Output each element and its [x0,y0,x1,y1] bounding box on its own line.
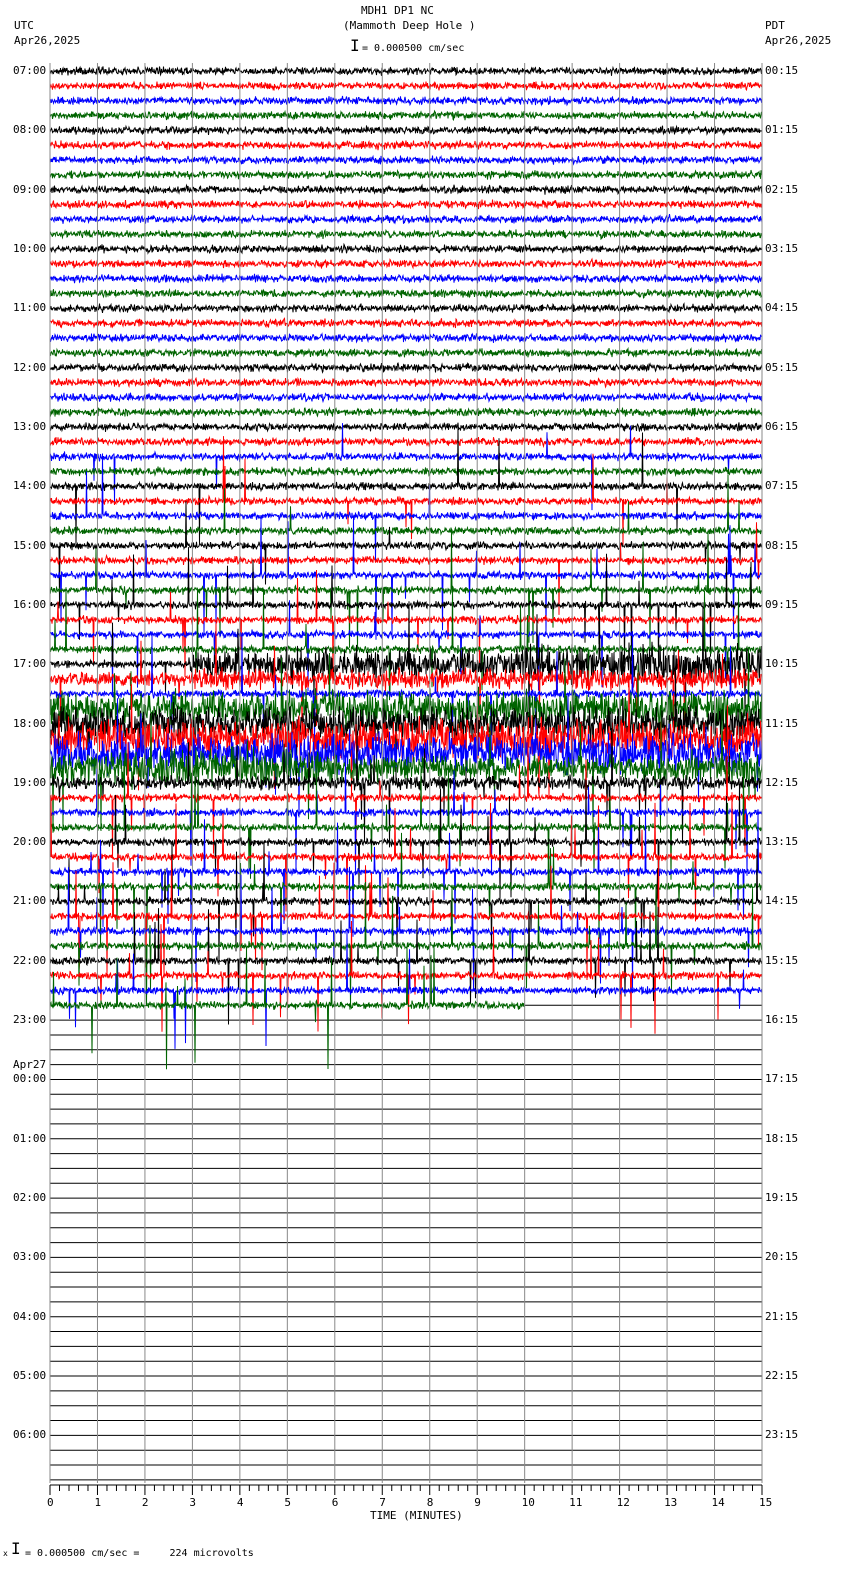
trace-line [49,273,763,284]
trace-line [49,376,763,389]
trace-line [49,466,763,478]
trace-line [49,302,763,314]
trace-line [49,139,763,151]
seismogram-page: MDH1 DP1 NC (Mammoth Deep Hole ) UTC Apr… [0,0,850,1584]
trace-line [49,317,763,329]
trace-line [49,423,763,511]
trace-line [49,406,763,419]
trace-line [49,80,763,92]
trace-line [49,213,763,225]
trace-line [49,65,763,77]
trace-line [49,95,763,107]
trace-line [49,183,763,196]
trace-line [49,435,763,449]
trace-line [49,109,763,122]
trace-line [49,361,763,374]
trace-line [49,154,763,166]
trace-line [49,421,763,433]
trace-line [49,242,763,255]
trace-line [49,257,763,270]
trace-line [49,522,763,615]
trace-line [49,287,763,300]
helicorder-plot [49,63,763,1495]
trace-line [49,198,763,211]
trace-line [49,346,763,358]
trace-line [49,228,763,241]
trace-line [49,391,763,404]
trace-line [49,124,763,137]
trace-line [49,332,763,344]
trace-line [49,168,763,181]
